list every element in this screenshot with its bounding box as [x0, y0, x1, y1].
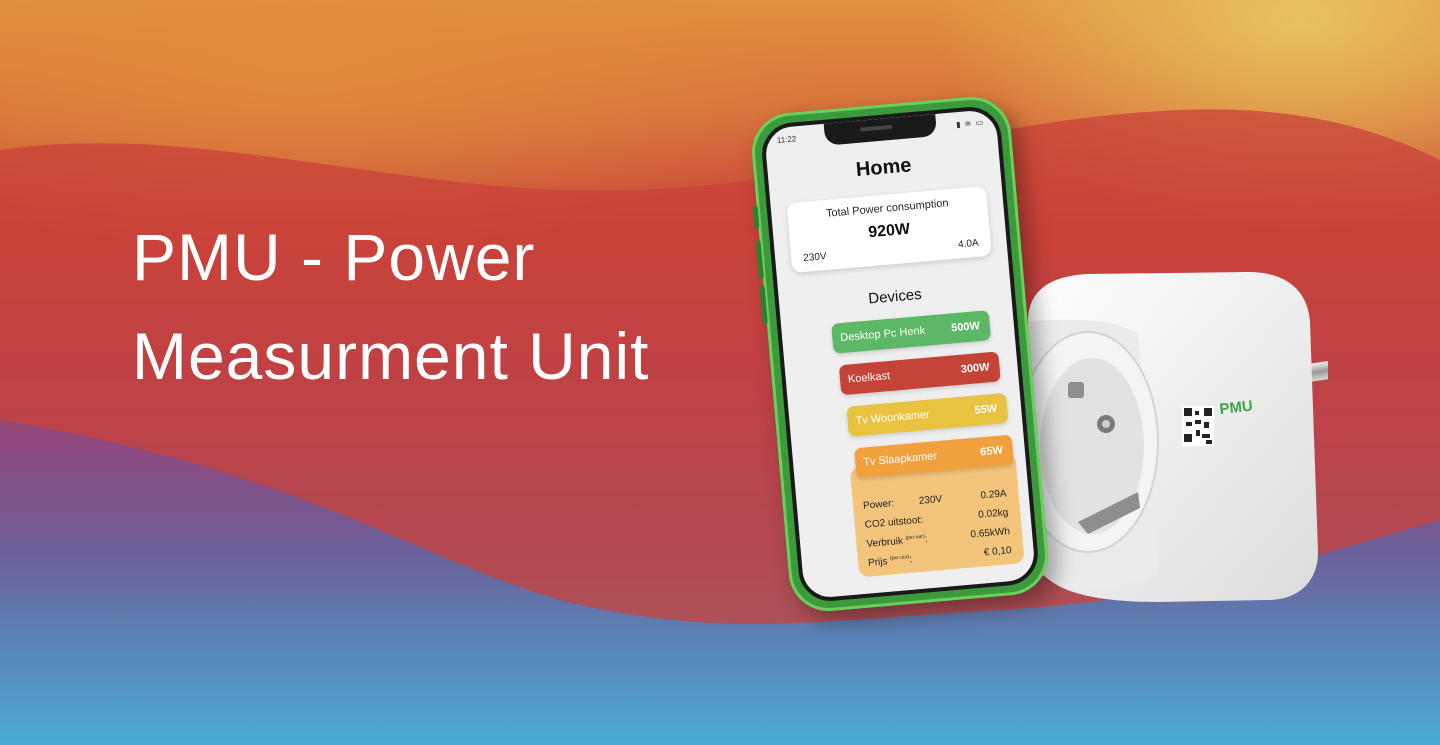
- device-name: Tv Woonkamer: [855, 408, 931, 428]
- device-card-tv-woonkamer[interactable]: Tv Woonkamer 55W: [846, 392, 1009, 437]
- page-title: Home: [855, 154, 913, 182]
- phone-notch: [823, 114, 938, 146]
- detail-price-value: € 0,10: [983, 545, 1013, 559]
- status-icons: ▮ ≋ ▭: [955, 117, 985, 130]
- detail-co2-label: CO2 uitstoot:: [864, 514, 924, 531]
- headline-line-1: PMU - Power: [132, 220, 536, 294]
- device-card-koelkast[interactable]: Koelkast 300W: [838, 351, 1001, 396]
- device-watt: 300W: [960, 361, 991, 376]
- detail-power-voltage: 230V: [918, 493, 943, 507]
- device-card-desktop-pc-henk[interactable]: Desktop Pc Henk 500W: [831, 310, 992, 354]
- total-power-card[interactable]: Total Power consumption 920W 230V 4.0A: [786, 185, 992, 274]
- phone-side-button: [752, 205, 760, 229]
- detail-power-label: Power:: [862, 498, 895, 512]
- total-voltage: 230V: [802, 251, 828, 265]
- detail-usage-unit: (per uur): [905, 533, 925, 542]
- headline-line-2: Measurment Unit: [132, 319, 650, 393]
- phone-screen: 11:22 ▮ ≋ ▭ Home Total Power consumption…: [759, 104, 1041, 604]
- device-name: Tv Slaapkamer: [862, 450, 938, 469]
- phone-frame: 11:22 ▮ ≋ ▭ Home Total Power consumption…: [748, 93, 1052, 615]
- detail-power-current: 0.29A: [980, 488, 1008, 502]
- smart-plug-image: PMU: [1017, 272, 1328, 602]
- detail-power-row: Power: 230V 0.29A: [863, 488, 1008, 512]
- detail-usage-label: Verbruik (per uur):: [865, 533, 929, 550]
- device-name: Desktop Pc Henk: [839, 324, 926, 345]
- devices-heading: Devices: [867, 285, 923, 308]
- detail-co2-value: 0.02kg: [977, 507, 1009, 521]
- total-current: 4.0A: [957, 237, 980, 251]
- device-watt: 65W: [979, 444, 1004, 459]
- device-watt: 55W: [974, 402, 998, 417]
- status-time: 11:22: [776, 134, 797, 145]
- device-watt: 500W: [950, 319, 981, 335]
- qr-code-icon: [1182, 406, 1214, 446]
- phone-mockup: 11:22 ▮ ≋ ▭ Home Total Power consumption…: [748, 93, 1052, 615]
- plug-brand-label: PMU: [1219, 398, 1254, 418]
- detail-price-label: Prijs (per uur):: [867, 553, 913, 569]
- detail-price-unit: (per uur): [889, 553, 910, 562]
- headline: PMU - Power Measurment Unit: [132, 208, 650, 406]
- detail-usage-value: 0.65kWh: [970, 526, 1011, 541]
- device-name: Koelkast: [847, 369, 891, 386]
